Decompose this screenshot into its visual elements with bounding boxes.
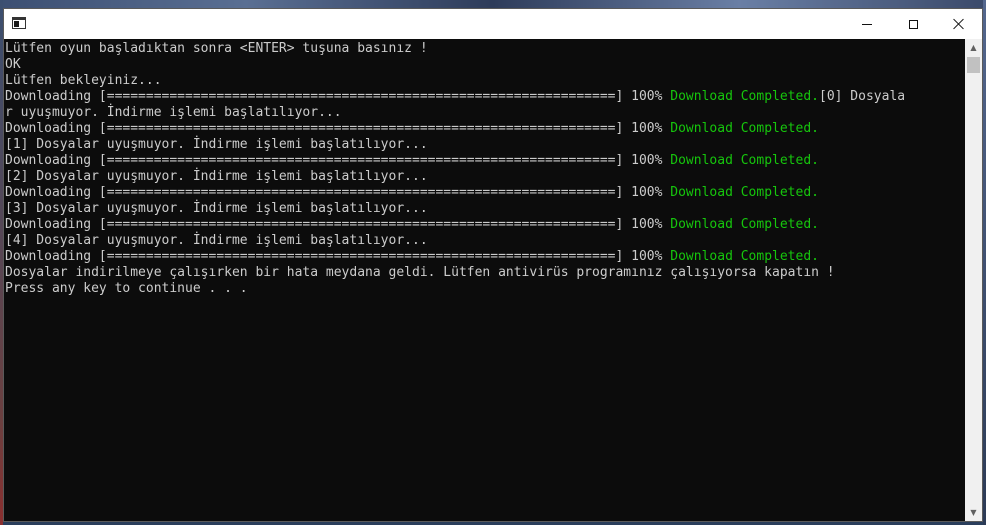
- console-line: [1] Dosyalar uyuşmuyor. İndirme işlemi b…: [5, 137, 964, 153]
- console-text: OK: [5, 57, 21, 72]
- console-text: Lütfen bekleyiniz...: [5, 73, 162, 88]
- console-text: [1] Dosyalar uyuşmuyor. İndirme işlemi b…: [5, 137, 428, 152]
- download-status-text: Download Completed.: [670, 217, 819, 232]
- download-status-text: Download Completed.: [670, 153, 819, 168]
- console-line: Downloading [===========================…: [5, 89, 964, 105]
- vertical-scrollbar[interactable]: ▲ ▼: [965, 39, 982, 521]
- console-text: [3] Dosyalar uyuşmuyor. İndirme işlemi b…: [5, 201, 428, 216]
- console-text: Downloading [===========================…: [5, 249, 671, 264]
- console-line: Dosyalar indirilmeye çalışırken bir hata…: [5, 265, 964, 281]
- download-status-text: Download Completed.: [670, 185, 819, 200]
- console-line: Lütfen bekleyiniz...: [5, 73, 964, 89]
- console-line: Downloading [===========================…: [5, 121, 964, 137]
- scroll-up-arrow-icon: ▲: [970, 43, 977, 52]
- console-app-icon[interactable]: [12, 17, 26, 29]
- console-text: Downloading [===========================…: [5, 121, 671, 136]
- download-status-text: Download Completed.: [670, 89, 819, 104]
- console-line: OK: [5, 57, 964, 73]
- console-line: r uyuşmuyor. İndirme işlemi başlatılıyor…: [5, 105, 964, 121]
- maximize-icon: [908, 19, 918, 29]
- console-text: r uyuşmuyor. İndirme işlemi başlatılıyor…: [5, 105, 342, 120]
- download-status-text: Download Completed.: [670, 249, 819, 264]
- close-button[interactable]: [936, 9, 982, 39]
- console-text: [4] Dosyalar uyuşmuyor. İndirme işlemi b…: [5, 233, 428, 248]
- console-text: Dosyalar indirilmeye çalışırken bir hata…: [5, 265, 835, 280]
- console-line: Lütfen oyun başladıktan sonra <ENTER> tu…: [5, 41, 964, 57]
- console-output[interactable]: Lütfen oyun başladıktan sonra <ENTER> tu…: [4, 39, 964, 521]
- scroll-down-button[interactable]: ▼: [965, 504, 982, 521]
- console-window: Lütfen oyun başladıktan sonra <ENTER> tu…: [3, 8, 983, 522]
- scrollbar-thumb[interactable]: [967, 57, 980, 73]
- console-text: [0] Dosyala: [819, 89, 906, 104]
- console-line: Downloading [===========================…: [5, 185, 964, 201]
- console-line: Press any key to continue . . .: [5, 281, 964, 297]
- console-text: Press any key to continue . . .: [5, 281, 248, 296]
- console-text: Downloading [===========================…: [5, 153, 671, 168]
- console-text: Downloading [===========================…: [5, 217, 671, 232]
- console-line: Downloading [===========================…: [5, 153, 964, 169]
- close-icon: [953, 18, 965, 30]
- desktop-background-top: [0, 0, 986, 8]
- console-line: Downloading [===========================…: [5, 249, 964, 265]
- console-line: [4] Dosyalar uyuşmuyor. İndirme işlemi b…: [5, 233, 964, 249]
- scroll-up-button[interactable]: ▲: [965, 39, 982, 56]
- console-text: Lütfen oyun başladıktan sonra <ENTER> tu…: [5, 41, 428, 56]
- minimize-button[interactable]: [844, 9, 890, 39]
- console-text: Downloading [===========================…: [5, 89, 671, 104]
- console-text: Downloading [===========================…: [5, 185, 671, 200]
- console-line: [2] Dosyalar uyuşmuyor. İndirme işlemi b…: [5, 169, 964, 185]
- maximize-button[interactable]: [890, 9, 936, 39]
- download-status-text: Download Completed.: [670, 121, 819, 136]
- console-line: [3] Dosyalar uyuşmuyor. İndirme işlemi b…: [5, 201, 964, 217]
- scroll-down-arrow-icon: ▼: [970, 508, 977, 517]
- console-text: [2] Dosyalar uyuşmuyor. İndirme işlemi b…: [5, 169, 428, 184]
- minimize-icon: [862, 23, 872, 25]
- console-line: Downloading [===========================…: [5, 217, 964, 233]
- title-bar[interactable]: [4, 9, 982, 39]
